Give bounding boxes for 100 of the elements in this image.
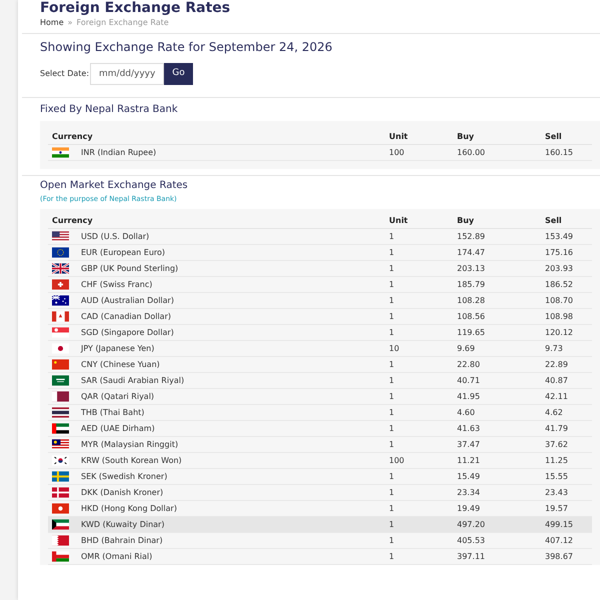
- table-cell: EUR (European Euro): [81, 246, 166, 258]
- table-cell: CHF (Swiss Franc): [81, 278, 152, 290]
- section-heading: Fixed By Nepal Rastra Bank: [40, 103, 179, 117]
- table-cell-text: 1: [389, 358, 396, 370]
- flag-icon: [52, 247, 69, 258]
- column-header: Buy: [457, 214, 476, 226]
- table-cell: DKK (Danish Kroner): [81, 486, 164, 498]
- table-cell-text: 186.52: [545, 278, 574, 290]
- section-heading: Open Market Exchange Rates: [40, 179, 189, 193]
- table-cell-text: 37.47: [457, 438, 481, 450]
- table-cell-text: 1: [389, 310, 396, 322]
- table-cell: HKD (Hong Kong Dollar): [81, 502, 177, 514]
- table-cell-text: 108.70: [545, 294, 574, 306]
- table-cell-text: 1: [389, 262, 396, 274]
- table-cell-text: 23.43: [545, 486, 569, 498]
- column-header: Unit: [389, 130, 409, 142]
- breadcrumb-separator: »: [68, 17, 73, 29]
- table-cell-text: 108.28: [457, 294, 486, 306]
- table-cell: QAR (Qatari Riyal): [81, 390, 154, 402]
- table-cell-text: 119.65: [457, 326, 486, 338]
- table-cell-text: 9.73: [545, 342, 564, 354]
- table-cell-text: 100: [389, 146, 406, 158]
- table-cell-text: 497.20: [457, 518, 486, 530]
- table-cell-text: 41.79: [545, 422, 569, 434]
- table-cell-text: 11.25: [545, 454, 569, 466]
- column-header: Sell: [545, 130, 563, 142]
- table-cell-text: 10: [389, 342, 400, 354]
- table-cell-text: 1: [389, 502, 396, 514]
- flag-icon: [52, 359, 69, 370]
- table-cell-text: 1: [389, 390, 396, 402]
- table-cell: SGD (Singapore Dollar): [81, 326, 174, 338]
- table-cell: INR (Indian Rupee): [81, 146, 156, 158]
- table-cell: CAD (Canadian Dollar): [81, 310, 171, 322]
- table-cell-text: 1: [389, 230, 396, 242]
- table-cell-text: 185.79: [457, 278, 486, 290]
- table-cell-text: 23.34: [457, 486, 481, 498]
- table-cell: THB (Thai Baht): [81, 406, 144, 418]
- table-cell: MYR (Malaysian Ringgit): [81, 438, 178, 450]
- table-cell: AED (UAE Dirham): [81, 422, 155, 434]
- table-cell-text: 108.56: [457, 310, 486, 322]
- table-cell-text: 1: [389, 438, 396, 450]
- table-cell: SEK (Swedish Kroner): [81, 470, 168, 482]
- date-label: Select Date:: [40, 68, 90, 80]
- table-cell-text: 499.15: [545, 518, 574, 530]
- table-cell: SAR (Saudi Arabian Riyal): [81, 374, 184, 386]
- table-cell-text: 203.93: [545, 262, 574, 274]
- column-header: Unit: [389, 214, 409, 226]
- table-cell-text: 1: [389, 550, 396, 562]
- table-cell: AUD (Australian Dollar): [81, 294, 174, 306]
- table-cell-text: 15.55: [545, 470, 569, 482]
- section-heading: Showing Exchange Rate for September 24, 2026: [40, 39, 334, 55]
- table-cell: OMR (Omani Rial): [81, 550, 152, 562]
- table-cell-text: 1: [389, 278, 396, 290]
- table-cell-text: 19.49: [457, 502, 481, 514]
- column-header: Buy: [457, 130, 476, 142]
- table-cell-text: 4.60: [457, 406, 476, 418]
- table-cell-text: 40.71: [457, 374, 481, 386]
- table-cell-text: 100: [389, 454, 406, 466]
- table-cell: CNY (Chinese Yuan): [81, 358, 160, 370]
- table-cell-text: 175.16: [545, 246, 574, 258]
- table-cell-text: 22.80: [457, 358, 481, 370]
- column-header: Currency: [52, 130, 94, 142]
- table-cell-text: 108.98: [545, 310, 574, 322]
- table-cell-text: 1: [389, 326, 396, 338]
- table-cell-text: 22.89: [545, 358, 569, 370]
- table-cell-text: 1: [389, 246, 396, 258]
- table-cell: KWD (Kuwaity Dinar): [81, 518, 164, 530]
- table-cell-text: 1: [389, 486, 396, 498]
- flag-icon: [52, 471, 69, 482]
- table-cell-text: 1: [389, 422, 396, 434]
- breadcrumb-current: Foreign Exchange Rate: [76, 17, 169, 29]
- table-cell-text: 41.63: [457, 422, 481, 434]
- table-cell-text: 152.89: [457, 230, 486, 242]
- table-cell-text: 397.11: [457, 550, 486, 562]
- table-cell-text: 37.62: [545, 438, 569, 450]
- page-title: Foreign Exchange Rates: [40, 0, 232, 16]
- table-cell: USD (U.S. Dollar): [81, 230, 150, 242]
- column-header: Sell: [545, 214, 563, 226]
- table-cell-text: 15.49: [457, 470, 481, 482]
- table-cell-text: 120.12: [545, 326, 574, 338]
- table-cell: BHD (Bahrain Dinar): [81, 534, 163, 546]
- table-cell-text: 174.47: [457, 246, 486, 258]
- table-cell-text: 407.12: [545, 534, 574, 546]
- table-cell-text: 1: [389, 406, 396, 418]
- table-cell-text: 405.53: [457, 534, 486, 546]
- breadcrumb-link[interactable]: Home: [40, 17, 64, 29]
- go-button[interactable]: Go: [164, 63, 193, 85]
- table-cell: KRW (South Korean Won): [81, 454, 182, 466]
- table-cell-text: 42.11: [545, 390, 569, 402]
- table-cell: GBP (UK Pound Sterling): [81, 262, 178, 274]
- table-cell-text: 40.87: [545, 374, 569, 386]
- column-header: Currency: [52, 214, 94, 226]
- table-cell-text: 160.15: [545, 146, 574, 158]
- table-cell-text: 19.57: [545, 502, 569, 514]
- table-cell-text: 203.13: [457, 262, 486, 274]
- table-cell-text: 398.67: [545, 550, 574, 562]
- table-cell-text: 4.62: [545, 406, 564, 418]
- table-cell: JPY (Japanese Yen): [81, 342, 154, 354]
- table-cell-text: 1: [389, 470, 396, 482]
- date-field[interactable]: mm/dd/yyyy: [90, 63, 164, 85]
